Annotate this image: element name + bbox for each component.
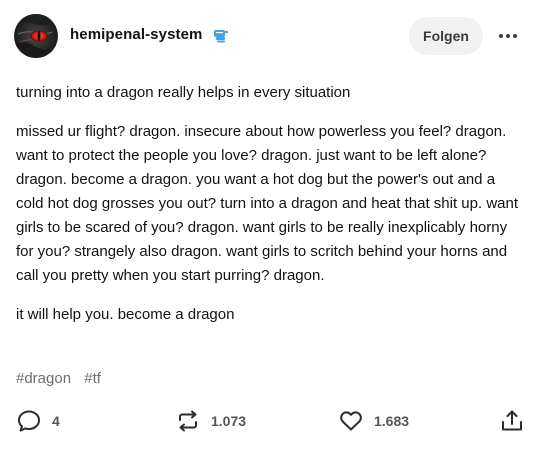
avatar[interactable] (14, 14, 58, 58)
more-dot (506, 34, 510, 38)
reblog-icon (179, 410, 197, 432)
post-paragraph: missed ur flight? dragon. insecure about… (16, 123, 519, 284)
tag-tf[interactable]: #tf (84, 370, 101, 387)
heart-icon (340, 411, 362, 431)
reblog-button[interactable]: 1.073 (175, 407, 246, 435)
more-dots-icon (499, 34, 503, 38)
like-count: 1.683 (374, 413, 410, 429)
like-button[interactable]: 1.683 (338, 407, 409, 435)
tag-list: #dragon #tf (16, 370, 110, 387)
username[interactable]: hemipenal-system (70, 26, 202, 43)
post-paragraph: turning into a dragon really helps in ev… (16, 84, 351, 101)
post-header: hemipenal-system Folgen (0, 0, 540, 72)
follow-button[interactable]: Folgen (409, 17, 483, 55)
post-body: turning into a dragon really helps in ev… (16, 81, 524, 327)
reply-count: 4 (52, 413, 60, 429)
share-icon (502, 410, 522, 431)
post-card: hemipenal-system Folgen turning into a d… (0, 0, 540, 453)
more-options-button[interactable] (494, 24, 522, 48)
post-paragraph: it will help you. become a dragon (16, 306, 235, 323)
reply-button[interactable]: 4 (16, 407, 60, 435)
reblog-count: 1.073 (211, 413, 247, 429)
more-dot (513, 34, 517, 38)
dragon-avatar-image (14, 14, 58, 58)
post-footer: 4 1.073 1.683 (0, 403, 540, 439)
tag-dragon[interactable]: #dragon (16, 370, 71, 387)
badge-icon (212, 27, 230, 45)
speech-bubble-icon (18, 410, 40, 432)
share-button[interactable] (499, 407, 525, 435)
